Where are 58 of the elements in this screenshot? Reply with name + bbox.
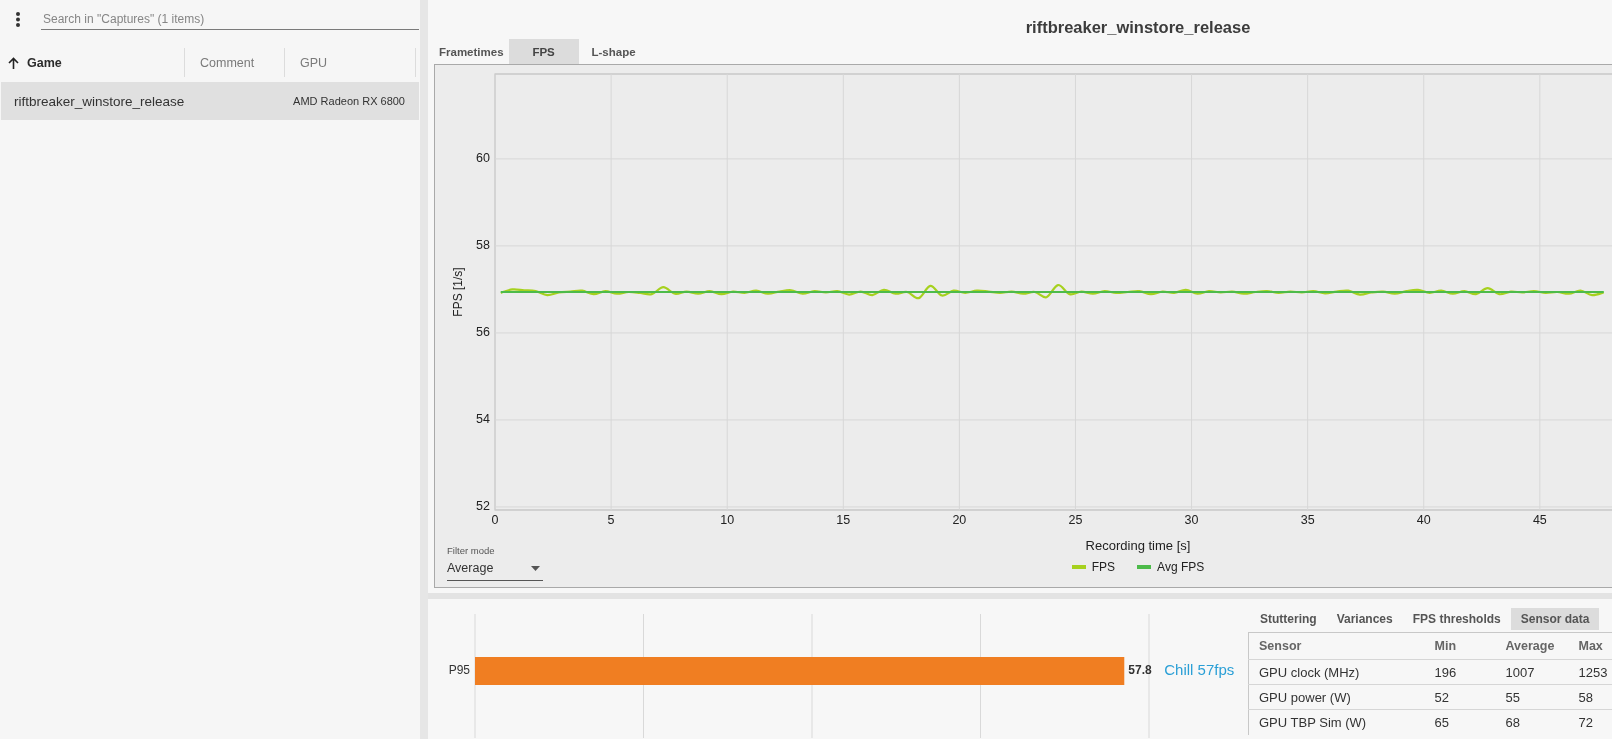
chart-tab[interactable]: L-shape <box>578 39 649 64</box>
table-cell: GPU TBP Sim (W) <box>1248 709 1425 735</box>
axis-tick-label: 0 <box>491 513 499 528</box>
axis-tick-label: 20 <box>952 513 967 528</box>
axis-tick-label: 58 <box>476 238 490 253</box>
table-cell: GPU power (W) <box>1248 684 1425 710</box>
column-header: Min <box>1424 632 1496 660</box>
axis-title: FPS [1/s] <box>451 267 466 317</box>
capture-title: riftbreaker_winstore_release <box>1024 17 1252 37</box>
table-cell: 58 <box>1568 684 1612 710</box>
table-cell: 196 <box>1424 659 1496 685</box>
analysis-tab[interactable]: Stuttering <box>1250 608 1327 630</box>
kebab-menu-icon[interactable] <box>16 11 20 27</box>
axis-tick-label: 25 <box>1068 513 1083 528</box>
table-cell-text: riftbreaker_winstore_release <box>13 93 185 109</box>
table-cell: 68 <box>1495 709 1569 735</box>
up-arrow-icon <box>8 56 19 69</box>
table-cell: 1253 <box>1568 659 1612 685</box>
axis-tick-label: 30 <box>1184 513 1199 528</box>
column-header[interactable]: Comment <box>185 48 285 77</box>
legend-label: FPS <box>1091 559 1116 575</box>
caret-icon <box>531 565 540 571</box>
filter-mode-dropdown[interactable]: Filter mode Average <box>447 545 543 581</box>
analysis-tab[interactable]: Sensor data <box>1510 608 1600 630</box>
search-field[interactable]: Search in "Captures" (1 items) <box>41 8 419 30</box>
axis-tick-label: 5 <box>607 513 615 528</box>
category-label: P95 <box>448 663 470 678</box>
capture-row[interactable]: riftbreaker_winstore_release AMD Radeon RX 6800 <box>1 82 419 120</box>
axis-tick-label: 40 <box>1416 513 1431 528</box>
table-cell: 52 <box>1424 684 1496 710</box>
column-header: Sensor <box>1248 632 1425 660</box>
table-cell: GPU clock (MHz) <box>1248 659 1425 685</box>
value-label: 57.8 <box>1128 663 1152 678</box>
axis-tick-label: 56 <box>476 325 490 340</box>
table-cell: 65 <box>1424 709 1496 735</box>
axis-tick-label: 54 <box>476 412 490 427</box>
axis-tick-label: 60 <box>476 151 490 166</box>
axis-tick-label: 15 <box>836 513 851 528</box>
chart-tab[interactable]: FPS <box>508 39 579 64</box>
column-header: Average <box>1495 632 1569 660</box>
table-cell: 1007 <box>1495 659 1569 685</box>
column-header[interactable]: Game <box>0 48 185 77</box>
chart-tab[interactable]: Frametimes <box>434 39 509 64</box>
table-cell: 55 <box>1495 684 1569 710</box>
analysis-tab[interactable]: Variances <box>1326 608 1403 630</box>
column-header: Max <box>1568 632 1612 660</box>
table-cell-text: AMD Radeon RX 6800 <box>292 95 406 107</box>
series-label: Chill 57fps <box>1164 660 1235 678</box>
axis-tick-label: 35 <box>1300 513 1315 528</box>
table-cell: 72 <box>1568 709 1612 735</box>
legend-label: Avg FPS <box>1157 559 1205 575</box>
axis-title: Recording time [s] <box>1085 537 1191 555</box>
axis-tick-label: 45 <box>1532 513 1547 528</box>
panel-splitter[interactable] <box>420 0 428 739</box>
column-header[interactable]: GPU <box>285 48 416 77</box>
axis-tick-label: 52 <box>476 499 490 514</box>
axis-tick-label: 10 <box>720 513 735 528</box>
analysis-tab[interactable]: FPS thresholds <box>1402 608 1511 630</box>
